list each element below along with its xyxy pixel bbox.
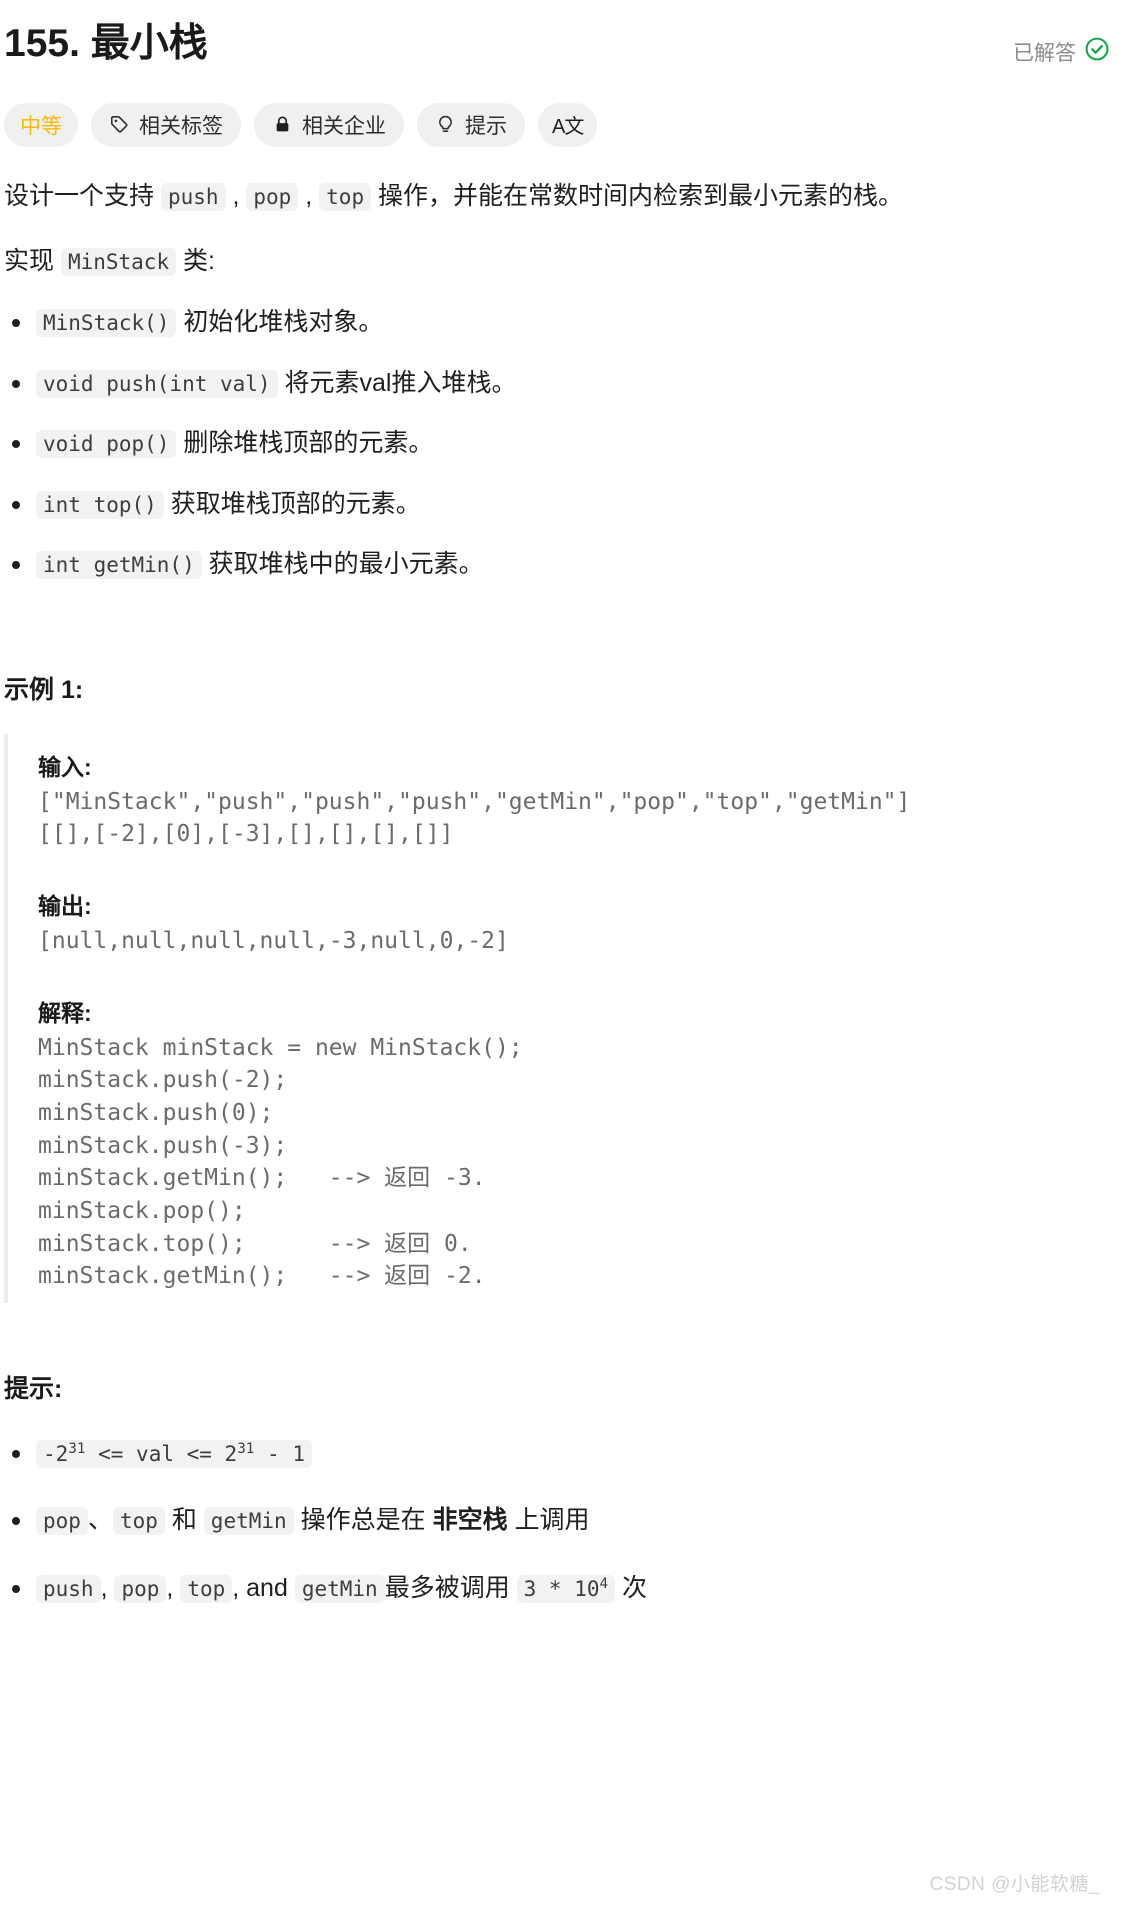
method-signature: int top(): [36, 490, 164, 519]
hint3-t4: 最多被调用: [384, 1573, 517, 1602]
call-limit: 3 * 104: [516, 1574, 616, 1603]
code-minstack: MinStack: [60, 247, 177, 276]
list-item: void pop() 删除堆栈顶部的元素。: [4, 425, 1116, 463]
hint2-t1: 、: [87, 1506, 113, 1535]
code-getmin: getMin: [294, 1574, 385, 1603]
example-block: 输入: ["MinStack","push","push","push","ge…: [4, 733, 1116, 1303]
translate-icon: A文: [552, 116, 584, 139]
desc-text-post: 操作，并能在常数时间内检索到最小元素的栈。: [371, 181, 904, 210]
check-circle-icon: [1084, 36, 1110, 67]
tag-row: 中等 相关标签 相关企业 提示 A文: [4, 102, 1116, 147]
hints-heading: 提示:: [4, 1374, 63, 1403]
method-list: MinStack() 初始化堆栈对象。 void push(int val) 将…: [4, 304, 1116, 584]
method-description: 获取堆栈中的最小元素。: [201, 550, 484, 579]
status-badge: 已解答: [1013, 18, 1116, 67]
description-line-1: 设计一个支持 push , pop , top 操作，并能在常数时间内检索到最小…: [4, 177, 1116, 216]
list-item: MinStack() 初始化堆栈对象。: [4, 304, 1116, 342]
related-topics-button[interactable]: 相关标签: [91, 102, 241, 147]
implement-text-post: 类:: [176, 246, 216, 275]
method-description: 删除堆栈顶部的元素。: [176, 429, 434, 458]
desc-text-pre: 设计一个支持: [4, 181, 161, 210]
problem-page: 155. 最小栈 已解答 中等 相关标签 相关企业 提示 A文 设计一个支持 p…: [0, 0, 1124, 1607]
code-top: top: [180, 1574, 233, 1603]
hint2-t4: 上调用: [507, 1506, 590, 1535]
method-signature: void push(int val): [36, 369, 278, 398]
example-output-code: [null,null,null,null,-3,null,0,-2]: [38, 928, 509, 955]
constraint-exponent-1: 31: [68, 1440, 86, 1457]
method-description: 将元素val推入堆栈。: [277, 368, 517, 397]
constraint-post: - 1: [254, 1441, 305, 1466]
hint3-t5: 次: [615, 1573, 648, 1602]
page-title: 155. 最小栈: [4, 22, 208, 65]
related-companies-label: 相关企业: [302, 114, 386, 138]
call-limit-exponent: 4: [599, 1575, 609, 1592]
constraint-exponent-2: 31: [237, 1440, 255, 1457]
example-heading: 示例 1:: [4, 675, 84, 704]
code-pop: pop: [246, 182, 299, 211]
call-limit-value: 3 * 10: [523, 1576, 600, 1601]
hint2-t2: 和: [164, 1506, 204, 1535]
watermark: CSDN @小能软糖_: [929, 1874, 1100, 1895]
description-line-2: 实现 MinStack 类:: [4, 242, 1116, 281]
code-push: push: [160, 182, 226, 211]
hint3-t2: ,: [166, 1573, 181, 1602]
hint3-t3: , and: [232, 1573, 295, 1602]
difficulty-badge[interactable]: 中等: [4, 102, 78, 147]
difficulty-label: 中等: [20, 114, 62, 138]
hint2-t3: 操作总是在: [293, 1506, 433, 1535]
code-pop: pop: [36, 1507, 88, 1536]
lightbulb-icon: [435, 114, 456, 135]
example-explanation-label: 解释:: [38, 999, 92, 1026]
method-signature: int getMin(): [36, 551, 202, 580]
method-signature: MinStack(): [36, 309, 177, 338]
implement-text-pre: 实现: [4, 246, 61, 275]
method-description: 初始化堆栈对象。: [176, 308, 384, 337]
language-toggle-button[interactable]: A文: [538, 102, 598, 147]
code-top: top: [112, 1507, 165, 1536]
method-description: 获取堆栈顶部的元素。: [163, 489, 421, 518]
hints-button[interactable]: 提示: [417, 102, 525, 147]
code-getmin: getMin: [203, 1507, 294, 1536]
desc-sep-2: ,: [298, 181, 320, 210]
method-signature: void pop(): [36, 430, 177, 459]
tag-icon: [109, 114, 130, 135]
list-item: int top() 获取堆栈顶部的元素。: [4, 486, 1116, 524]
example-input-code: ["MinStack","push","push","push","getMin…: [38, 788, 911, 848]
hint3-t1: ,: [100, 1573, 115, 1602]
list-item: -231 <= val <= 231 - 1: [4, 1435, 1116, 1473]
list-item: void push(int val) 将元素val推入堆栈。: [4, 365, 1116, 403]
code-top: top: [319, 182, 372, 211]
hint2-emphasis: 非空栈: [432, 1506, 508, 1535]
list-item: push, pop, top, and getMin 最多被调用 3 * 104 …: [4, 1570, 1116, 1608]
lock-icon: [272, 114, 293, 135]
hints-label: 提示: [465, 114, 507, 138]
example-output-label: 输出:: [38, 893, 92, 920]
hint-list: -231 <= val <= 231 - 1 pop、 top 和 getMin …: [4, 1435, 1116, 1608]
desc-sep-1: ,: [225, 181, 247, 210]
list-item: pop、 top 和 getMin 操作总是在 非空栈 上调用: [4, 1502, 1116, 1540]
constraint-mid: <= val <= 2: [85, 1441, 238, 1466]
list-item: int getMin() 获取堆栈中的最小元素。: [4, 546, 1116, 584]
related-companies-button[interactable]: 相关企业: [254, 102, 404, 147]
code-push: push: [36, 1574, 101, 1603]
constraint-pre: -2: [43, 1441, 69, 1466]
constraint-range: -231 <= val <= 231 - 1: [36, 1439, 312, 1468]
code-pop: pop: [114, 1574, 167, 1603]
problem-header: 155. 最小栈 已解答: [4, 18, 1116, 69]
status-label: 已解答: [1013, 41, 1076, 65]
related-topics-label: 相关标签: [139, 114, 223, 138]
example-explanation-code: MinStack minStack = new MinStack(); minS…: [38, 1034, 523, 1290]
example-input-label: 输入:: [38, 753, 92, 780]
